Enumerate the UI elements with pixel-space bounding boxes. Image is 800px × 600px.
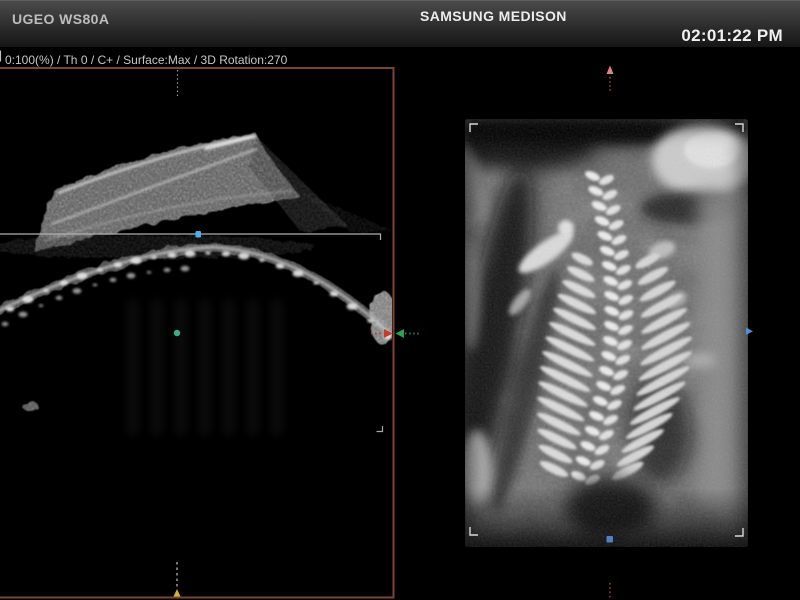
render-params-bar: |0:100(%) / Th 0 / C+ / Surface:Max / 3D…: [0, 47, 800, 65]
truncated-glyph: |: [0, 47, 3, 64]
ultrasound-screen: UGEO WS80A SAMSUNG MEDISON 02:01:22 PM |…: [0, 0, 800, 600]
system-model-label: UGEO WS80A: [12, 11, 109, 27]
acoustic-shadows: [128, 300, 282, 435]
image-display-area: [0, 0, 800, 600]
header-bar: UGEO WS80A SAMSUNG MEDISON 02:01:22 PM: [0, 0, 800, 47]
render-bottom-blue-square[interactable]: [607, 536, 614, 543]
right-3d-image: [440, 115, 756, 551]
render-params-text: 0:100(%) / Th 0 / C+ / Surface:Max / 3D …: [5, 53, 287, 67]
roi-handle-green-arrow[interactable]: [396, 329, 405, 338]
render-top-red-arrow[interactable]: [607, 66, 614, 75]
brand-label: SAMSUNG MEDISON: [420, 8, 567, 24]
bottom-yellow-arrow[interactable]: [174, 589, 181, 597]
render-right-blue-arrow[interactable]: [746, 328, 753, 336]
volume-bottom-bracket: [377, 426, 383, 432]
volume-line-blue-marker[interactable]: [196, 231, 202, 238]
center-green-dot[interactable]: [174, 330, 180, 336]
display-canvas: [0, 0, 800, 600]
fetal-spine-dots-2d: [2, 250, 393, 340]
clock-label: 02:01:22 PM: [681, 26, 783, 46]
left-2d-image: [0, 133, 396, 435]
